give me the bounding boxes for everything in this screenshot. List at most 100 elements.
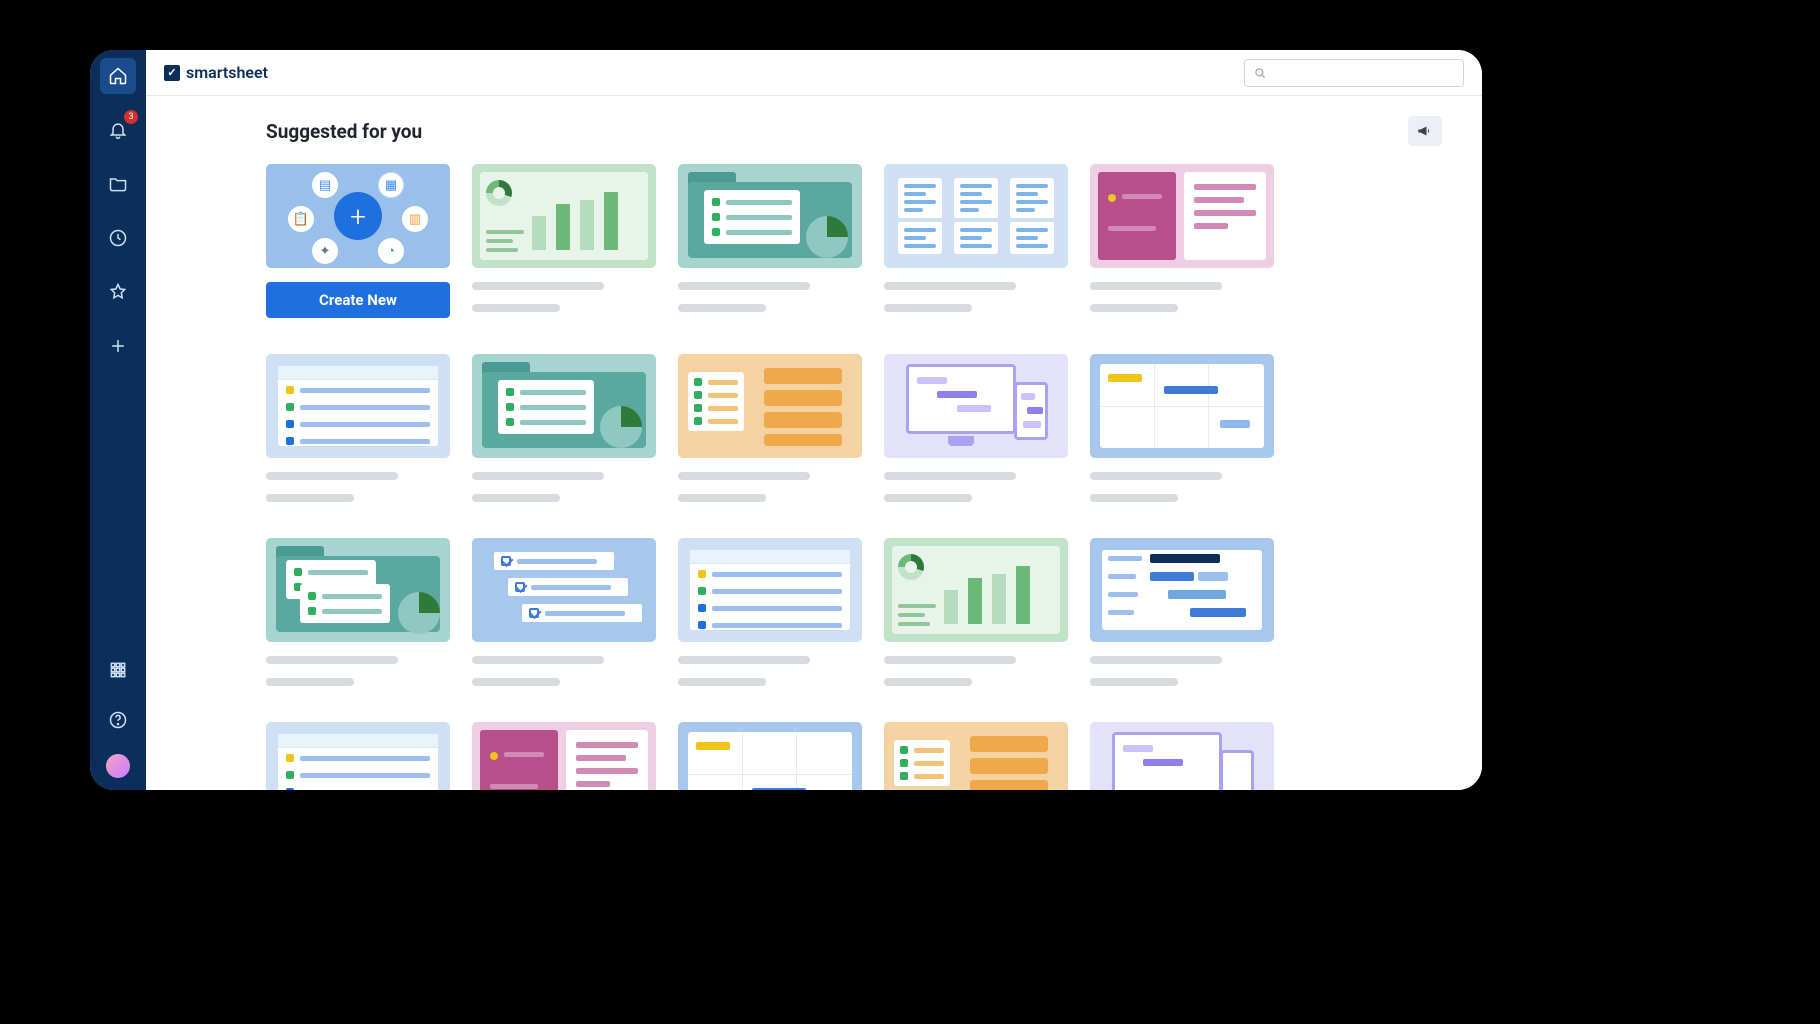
- section-title: Suggested for you: [266, 120, 422, 143]
- placeholder-line: [678, 656, 810, 664]
- nav-create[interactable]: [100, 328, 136, 364]
- brand[interactable]: ✓ smartsheet: [164, 63, 268, 82]
- nav-favorites[interactable]: [100, 274, 136, 310]
- placeholder-line: [678, 678, 766, 686]
- template-thumb: [1090, 164, 1274, 268]
- create-new-card[interactable]: ▤ ▦ 📋 ▥ ✦ ◔ + Create New: [266, 164, 450, 318]
- placeholder-line: [1090, 678, 1178, 686]
- template-card[interactable]: [472, 164, 656, 312]
- template-thumb: [472, 164, 656, 268]
- template-thumb: [884, 538, 1068, 642]
- placeholder-line: [472, 472, 604, 480]
- placeholder-line: [678, 472, 810, 480]
- placeholder-line: [472, 678, 560, 686]
- grid-icon: ▦: [378, 172, 404, 198]
- placeholder-line: [472, 494, 560, 502]
- search[interactable]: [1244, 59, 1464, 87]
- create-new-thumb: ▤ ▦ 📋 ▥ ✦ ◔ +: [266, 164, 450, 268]
- template-card[interactable]: [1090, 354, 1274, 502]
- placeholder-line: [884, 494, 972, 502]
- placeholder-line: [472, 304, 560, 312]
- placeholder-line: [266, 678, 354, 686]
- placeholder-line: [884, 472, 1016, 480]
- nav-apps[interactable]: [100, 652, 136, 688]
- placeholder-line: [266, 656, 398, 664]
- sidebar: 3: [90, 50, 146, 790]
- placeholder-line: [1090, 304, 1178, 312]
- template-thumb: [1090, 538, 1274, 642]
- template-card[interactable]: [1090, 164, 1274, 312]
- template-thumb: [884, 354, 1068, 458]
- template-thumb: [472, 354, 656, 458]
- template-thumb: [472, 538, 656, 642]
- nav-help[interactable]: [100, 702, 136, 738]
- template-thumb: [472, 722, 656, 790]
- template-thumb: [1090, 722, 1274, 790]
- nav-folders[interactable]: [100, 166, 136, 202]
- content: Suggested for you ▤ ▦ 📋 ▥ ✦: [146, 96, 1482, 790]
- template-card[interactable]: [472, 722, 656, 790]
- nav-home[interactable]: [100, 58, 136, 94]
- template-card[interactable]: [266, 722, 450, 790]
- template-card[interactable]: [884, 722, 1068, 790]
- template-card[interactable]: [678, 354, 862, 502]
- app-window: 3: [90, 50, 1482, 790]
- plus-icon: +: [334, 192, 382, 240]
- main: ✓ smartsheet Suggested for you: [146, 50, 1482, 790]
- sheet-icon: ▤: [312, 172, 338, 198]
- user-avatar[interactable]: [104, 752, 132, 780]
- template-card[interactable]: [472, 538, 656, 686]
- placeholder-line: [472, 282, 604, 290]
- announcements-button[interactable]: [1408, 116, 1442, 146]
- report-icon: ▥: [402, 206, 428, 232]
- template-card[interactable]: [472, 354, 656, 502]
- dashboard-icon: ◔: [378, 238, 404, 264]
- placeholder-line: [884, 304, 972, 312]
- template-card[interactable]: [884, 354, 1068, 502]
- placeholder-line: [1090, 656, 1222, 664]
- form-icon: 📋: [288, 206, 314, 232]
- template-card[interactable]: [678, 164, 862, 312]
- placeholder-line: [1090, 494, 1178, 502]
- placeholder-line: [266, 494, 354, 502]
- nav-notifications[interactable]: 3: [100, 112, 136, 148]
- template-card[interactable]: [1090, 538, 1274, 686]
- template-thumb: [678, 538, 862, 642]
- template-thumb: [678, 354, 862, 458]
- search-input[interactable]: [1273, 65, 1455, 80]
- create-new-button[interactable]: Create New: [266, 282, 450, 318]
- placeholder-line: [884, 656, 1016, 664]
- template-thumb: [678, 164, 862, 268]
- placeholder-line: [884, 678, 972, 686]
- placeholder-line: [678, 494, 766, 502]
- notification-badge: 3: [124, 110, 138, 124]
- placeholder-line: [472, 656, 604, 664]
- template-grid: ▤ ▦ 📋 ▥ ✦ ◔ + Create New: [266, 164, 1442, 790]
- placeholder-line: [678, 282, 810, 290]
- template-card[interactable]: [266, 538, 450, 686]
- placeholder-line: [266, 472, 398, 480]
- template-thumb: [1090, 354, 1274, 458]
- placeholder-line: [1090, 282, 1222, 290]
- template-card[interactable]: [678, 538, 862, 686]
- brand-mark-icon: ✓: [164, 65, 180, 81]
- template-thumb: [884, 164, 1068, 268]
- template-thumb: [884, 722, 1068, 790]
- placeholder-line: [1090, 472, 1222, 480]
- template-card[interactable]: [884, 538, 1068, 686]
- topbar: ✓ smartsheet: [146, 50, 1482, 96]
- template-thumb: [266, 354, 450, 458]
- template-thumb: [266, 722, 450, 790]
- template-thumb: [678, 722, 862, 790]
- template-card[interactable]: [678, 722, 862, 790]
- nav-recents[interactable]: [100, 220, 136, 256]
- integration-icon: ✦: [312, 238, 338, 264]
- template-card[interactable]: [266, 354, 450, 502]
- search-icon: [1253, 66, 1267, 80]
- template-thumb: [266, 538, 450, 642]
- placeholder-line: [678, 304, 766, 312]
- placeholder-line: [884, 282, 1016, 290]
- template-card[interactable]: [884, 164, 1068, 312]
- brand-name: smartsheet: [186, 63, 268, 82]
- template-card[interactable]: [1090, 722, 1274, 790]
